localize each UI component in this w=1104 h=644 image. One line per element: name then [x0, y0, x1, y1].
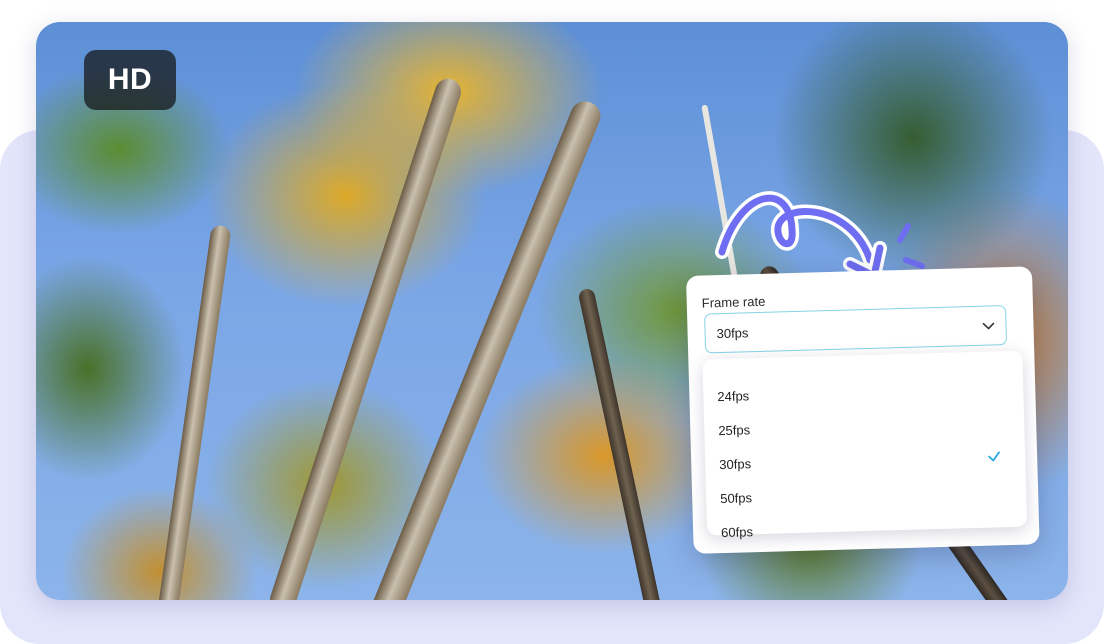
option-label: 60fps — [720, 523, 754, 540]
frame-rate-card: Frame rate 30fps 24fps 25fps 30fps 50fps… — [686, 266, 1040, 554]
option-25fps[interactable]: 25fps — [704, 407, 1025, 446]
tree-trunk — [156, 224, 232, 600]
option-50fps[interactable]: 50fps — [706, 475, 1027, 514]
frame-rate-dropdown-menu: 24fps 25fps 30fps 50fps 60fps — [702, 350, 1028, 540]
option-label: 24fps — [717, 387, 750, 404]
frame-rate-selected-value: 30fps — [716, 324, 749, 341]
option-label: 50fps — [720, 489, 753, 506]
frame-rate-label: Frame rate — [701, 293, 766, 311]
chevron-down-icon[interactable] — [981, 318, 995, 332]
option-60fps[interactable]: 60fps — [707, 509, 1028, 548]
hd-badge: HD — [84, 50, 176, 110]
option-label: 30fps — [719, 455, 752, 472]
option-24fps[interactable]: 24fps — [703, 373, 1024, 412]
check-icon — [988, 451, 1000, 462]
option-30fps[interactable]: 30fps — [705, 441, 1026, 480]
tree-trunk — [577, 287, 662, 600]
option-label: 25fps — [718, 421, 751, 438]
tree-trunk — [367, 97, 605, 600]
frame-rate-select[interactable]: 30fps — [704, 305, 1008, 354]
